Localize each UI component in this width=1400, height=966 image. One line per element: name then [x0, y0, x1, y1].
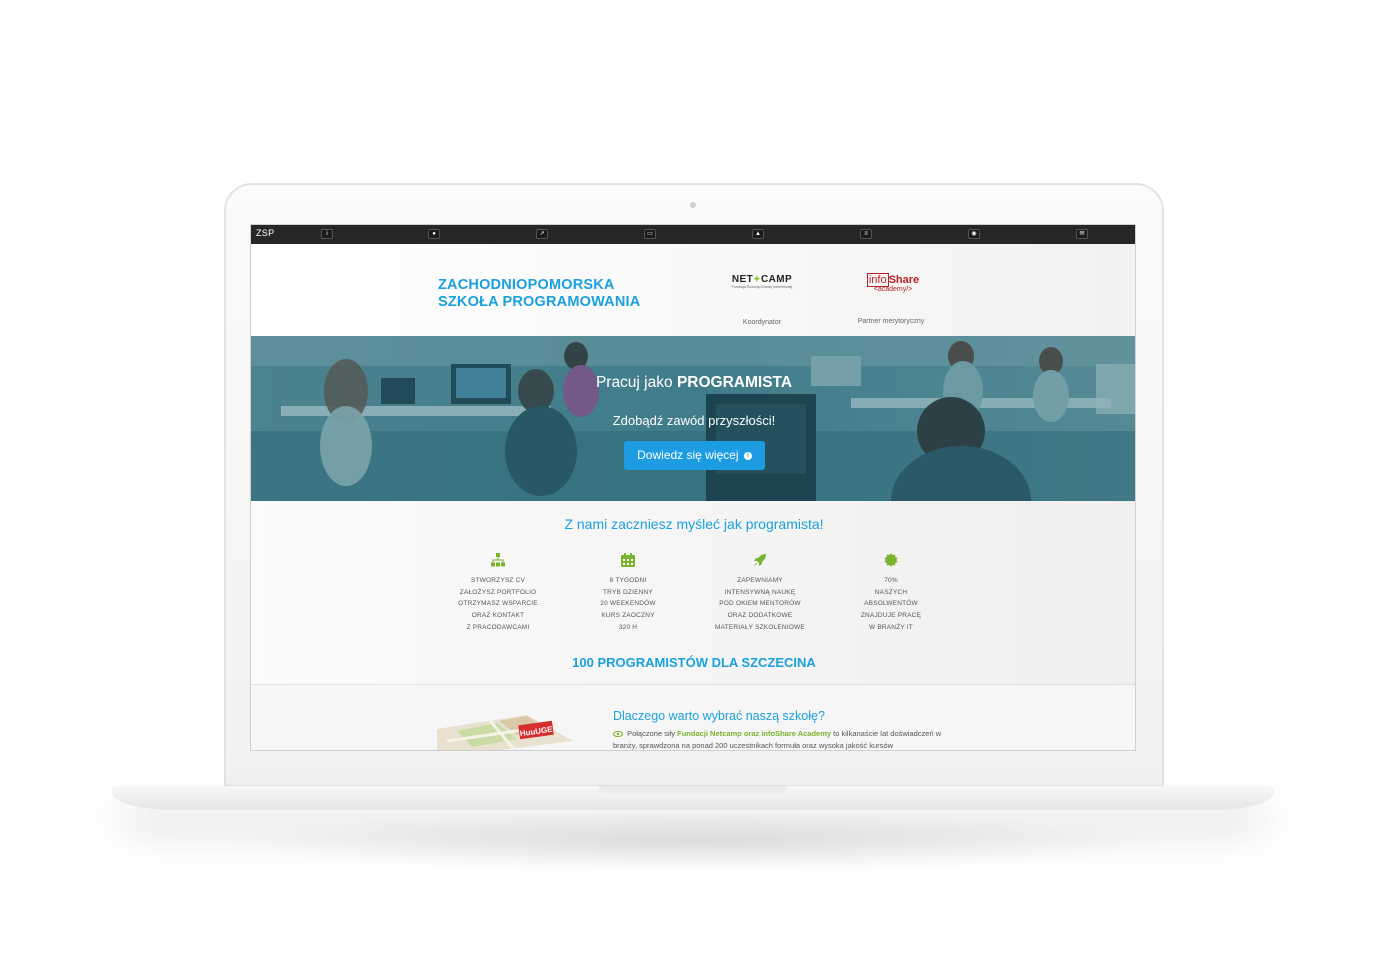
why-title: Dlaczego warto wybrać naszą szkołę?	[613, 709, 825, 723]
infoshare-logo-share: Share	[888, 274, 920, 286]
info-circle-icon: i	[743, 451, 752, 460]
feature-line: 8 TYGODNI	[609, 577, 647, 584]
feature-line: 70%	[884, 577, 898, 584]
feature-line: KURS ZAOCZNY	[601, 612, 655, 620]
netcamp-logo[interactable]: NET✦CAMP Fundacja Rozwoju Branży Interne…	[727, 274, 797, 289]
feature-item: 70% NASZYCH ABSOLWENTÓW ZNAJDUJE PRACĘ W…	[831, 553, 951, 634]
monitor-icon[interactable]: ▭	[644, 229, 656, 239]
netcamp-logo-left: NET	[731, 274, 754, 285]
list-icon[interactable]: ≡	[860, 229, 872, 239]
feature-line: NASZYCH	[874, 588, 908, 596]
eye-icon	[613, 731, 623, 738]
feature-line: Z PRACODAWCAMI	[466, 623, 530, 631]
why-text-before: Połączone siły	[627, 729, 676, 738]
learn-more-button[interactable]: Dowiedz się więcej i	[624, 441, 765, 470]
feature-item: 8 TYGODNI TRYB DZIENNY 20 WEEKENDÓW KURS…	[568, 553, 688, 634]
laptop-notch	[599, 786, 787, 798]
infoshare-logo-info: info	[866, 273, 889, 287]
netcamp-logo-sub: Fundacja Rozwoju Branży Internetowej	[731, 285, 793, 289]
feature-line: POD OKIEM MENTORÓW	[719, 600, 801, 608]
feature-line: INTENSYWNĄ NAUKĘ	[724, 588, 796, 596]
infoshare-logo[interactable]: info Share <academy/>	[859, 273, 927, 294]
feature-item: ZAPEWNIAMY INTENSYWNĄ NAUKĘ POD OKIEM ME…	[700, 553, 820, 634]
calendar-icon	[621, 553, 635, 567]
feature-line: ZNAJDUJE PRACĘ	[860, 612, 922, 620]
infoshare-logo-academy: <academy/>	[873, 286, 913, 293]
feature-line: ABSOLWENTÓW	[864, 600, 918, 608]
paw-icon[interactable]: ●	[428, 229, 440, 239]
site-header: ZACHODNIOPOMORSKA SZKOŁA PROGRAMOWANIA N…	[251, 244, 1135, 336]
hero-title: Pracuj jako PROGRAMISTA	[251, 374, 1135, 392]
infoshare-role: Partner merytoryczny	[857, 318, 925, 325]
feature-line: W BRANŻY IT	[869, 623, 913, 631]
hero-banner: Pracuj jako PROGRAMISTA Zdobądź zawód pr…	[251, 336, 1135, 501]
feature-line: MATERIAŁY SZKOLENIOWE	[715, 623, 805, 631]
info-icon[interactable]: i	[321, 229, 333, 239]
features-heading: Z nami zaczniesz myśleć jak programista!	[564, 516, 824, 532]
why-text-highlight: Fundacji Netcamp oraz infoShare Academy	[677, 729, 832, 738]
feature-line: ORAZ KONTAKT	[471, 612, 525, 620]
hero-title-bold: PROGRAMISTA	[676, 374, 793, 391]
school-title[interactable]: ZACHODNIOPOMORSKA SZKOŁA PROGRAMOWANIA	[438, 277, 640, 311]
sitemap-icon	[491, 553, 505, 567]
badge-icon	[884, 553, 898, 567]
laptop-shadow	[220, 812, 1170, 872]
feature-line: ORAZ DODATKOWE	[727, 612, 793, 620]
school-title-line2: SZKOŁA PROGRAMOWANIA	[438, 294, 641, 310]
school-title-line1: ZACHODNIOPOMORSKA	[438, 277, 615, 293]
feature-line: 20 WEEKENDÓW	[600, 600, 656, 608]
top-navbar: ZSP i ● ↗ ▭ ▲ ≡ ◉ ✉	[251, 225, 1135, 244]
laptop-screen: ZSP i ● ↗ ▭ ▲ ≡ ◉ ✉ ZACHODNIOPOMORSKA SZ…	[250, 224, 1136, 751]
netcamp-star-icon: ✦	[753, 274, 762, 284]
netcamp-logo-right: CAMP	[761, 274, 793, 285]
hero-title-prefix: Pracuj jako	[595, 374, 673, 391]
feature-line: ZAŁOŻYSZ PORTFOLIO	[459, 588, 537, 596]
rocket-icon	[754, 554, 766, 566]
feature-item: STWORZYSZ CV ZAŁOŻYSZ PORTFOLIO OTRZYMAS…	[438, 553, 558, 634]
line-chart-icon[interactable]: ↗	[536, 229, 548, 239]
graduation-cap-icon[interactable]: ▲	[752, 229, 764, 239]
learn-more-label: Dowiedz się więcej	[637, 448, 739, 462]
city-map-illustration: HuuUGE	[437, 715, 573, 750]
feature-line: ZAPEWNIAMY	[737, 577, 783, 584]
netcamp-role: Koordynator	[742, 319, 782, 326]
envelope-icon[interactable]: ✉	[1076, 229, 1088, 239]
navbar-brand[interactable]: ZSP	[256, 228, 274, 238]
feature-line: TRYB DZIENNY	[603, 588, 653, 596]
why-section: HuuUGE Dlaczego warto wybrać naszą szkoł…	[251, 684, 1135, 750]
feature-line: STWORZYSZ CV	[470, 577, 526, 584]
features-section: Z nami zaczniesz myśleć jak programista!…	[251, 501, 1135, 684]
hero-subtitle: Zdobądź zawód przyszłości!	[612, 413, 776, 428]
webcam	[690, 202, 696, 208]
promo-heading: 100 PROGRAMISTÓW DLA SZCZECINA	[572, 655, 816, 670]
feature-line: 320 H	[618, 623, 638, 631]
why-text: Połączone siły Fundacji Netcamp oraz inf…	[613, 728, 958, 750]
eye-icon[interactable]: ◉	[968, 229, 980, 239]
feature-line: OTRZYMASZ WSPARCIE	[458, 600, 538, 608]
